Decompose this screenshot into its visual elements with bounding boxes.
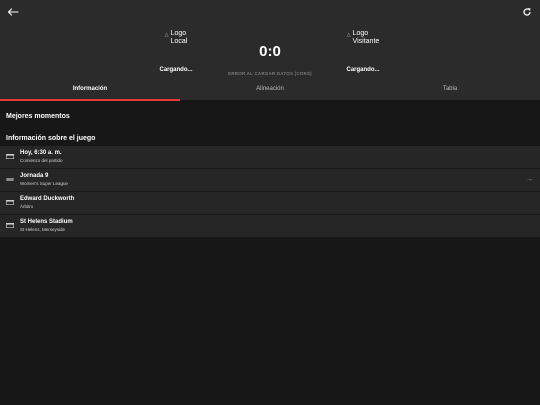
kickoff-label: Comienzo del partido <box>20 158 63 163</box>
info-row-competition[interactable]: Jornada 9 Women's Super League → <box>0 169 540 192</box>
info-row-stadium[interactable]: St Helens Stadium St Helens, Merseyside <box>0 215 540 238</box>
match-header: △ Logo Local Cargando... 0:0 △ Logo Visi… <box>0 0 540 101</box>
status-error: ERROR AL CARGAR DATOS (CORS) <box>228 71 312 76</box>
back-button[interactable] <box>5 4 21 20</box>
home-team-logo: △ Logo Local <box>136 30 216 48</box>
tab-tabla[interactable]: Tabla <box>360 82 540 100</box>
refresh-button[interactable] <box>519 4 535 20</box>
referee-label: Árbitro <box>20 204 34 209</box>
away-team-logo-alt: Logo Visitante <box>352 30 380 45</box>
referee-name: Edward Duckworth <box>20 196 75 202</box>
competition-name: Women's Super League <box>20 181 69 186</box>
away-team-logo: △ Logo Visitante <box>323 30 403 48</box>
game-info-list: Hoy, 6:30 a. m. Comienzo del partido Jor… <box>0 146 540 238</box>
stadium-location: St Helens, Merseyside <box>20 227 66 232</box>
match-screen: △ Logo Local Cargando... 0:0 △ Logo Visi… <box>0 0 540 405</box>
game-info-title: Información sobre el juego <box>6 135 96 142</box>
referee-icon <box>6 200 14 205</box>
kickoff-time: Hoy, 6:30 a. m. <box>20 150 62 156</box>
broken-image-icon: △ <box>164 32 169 38</box>
arrow-left-icon <box>7 8 19 16</box>
refresh-icon <box>523 8 531 16</box>
tab-bar: Información Alineación Tabla <box>0 82 540 101</box>
stadium-name: St Helens Stadium <box>20 219 73 225</box>
tab-informacion[interactable]: Información <box>0 82 180 101</box>
calendar-icon <box>6 154 14 159</box>
info-row-kickoff[interactable]: Hoy, 6:30 a. m. Comienzo del partido <box>0 146 540 169</box>
arrow-right-icon[interactable]: → <box>526 176 533 183</box>
competition-icon <box>6 178 14 181</box>
info-row-referee[interactable]: Edward Duckworth Árbitro <box>0 192 540 215</box>
tab-alineacion[interactable]: Alineación <box>180 82 360 100</box>
home-team: △ Logo Local Cargando... <box>136 30 216 73</box>
highlights-title: Mejores momentos <box>6 113 70 120</box>
round-label: Jornada 9 <box>20 173 49 179</box>
stadium-icon <box>6 223 14 228</box>
home-team-logo-alt: Logo Local <box>170 30 188 45</box>
score: 0:0 <box>259 43 281 60</box>
broken-image-icon: △ <box>346 32 351 38</box>
away-team: △ Logo Visitante Cargando... <box>323 30 403 73</box>
